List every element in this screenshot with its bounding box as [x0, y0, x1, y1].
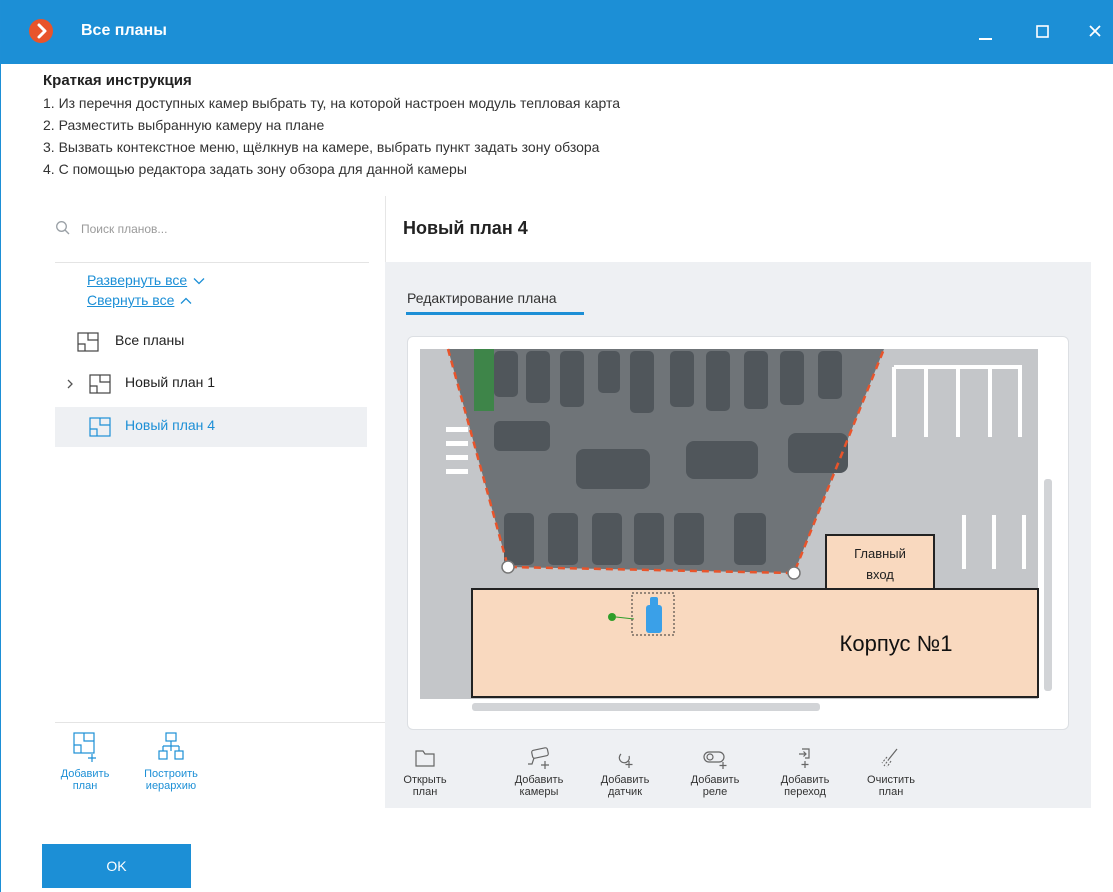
- tree-item-plan-1[interactable]: Новый план 1: [55, 364, 367, 404]
- close-button[interactable]: [1075, 14, 1113, 50]
- chevron-up-icon: [180, 297, 192, 305]
- add-plan-button[interactable]: Добавить план: [45, 730, 125, 792]
- entrance-label-1: Главный: [854, 546, 906, 561]
- plan-drawing: Главный вход Корпус №1: [420, 348, 1052, 711]
- instruction-line: 1. Из перечня доступных камер выбрать ту…: [43, 95, 621, 111]
- instruction-line: 3. Вызвать контекстное меню, щёлкнув на …: [43, 139, 600, 155]
- add-transition-icon: [799, 748, 810, 768]
- build-hierarchy-label-2: иерархию: [145, 780, 197, 792]
- add-relay-button[interactable]: Добавить реле: [673, 746, 757, 798]
- chevron-right-icon[interactable]: [65, 376, 75, 392]
- tree-item-plan-4[interactable]: Новый план 4: [55, 407, 367, 447]
- search-input[interactable]: [81, 218, 361, 240]
- tree-item-label: Новый план 1: [125, 374, 216, 390]
- all-plans-window: Все планы Краткая инструкция 1. Из переч…: [0, 0, 1113, 892]
- instructions-title: Краткая инструкция: [43, 72, 192, 89]
- minimize-button[interactable]: [965, 14, 1005, 50]
- search-icon: [56, 221, 70, 235]
- add-camera-button[interactable]: Добавить камеры: [497, 746, 581, 798]
- app-logo-icon: [29, 19, 53, 43]
- collapse-all-link[interactable]: Свернуть все: [87, 292, 192, 308]
- building-label: Корпус №1: [840, 631, 953, 656]
- maximize-button[interactable]: [1023, 14, 1063, 50]
- add-sensor-button[interactable]: Добавить датчик: [583, 746, 667, 798]
- building-block: [471, 588, 1039, 698]
- active-tab-indicator: [406, 312, 584, 315]
- add-relay-label-2: реле: [702, 786, 728, 798]
- tab-edit-plan[interactable]: Редактирование плана: [407, 290, 557, 306]
- add-relay-icon: [703, 751, 727, 769]
- plan-icon: [89, 374, 111, 394]
- add-camera-label-2: камеры: [519, 786, 559, 798]
- plan-canvas[interactable]: Главный вход Корпус №1: [407, 336, 1069, 730]
- collapse-all-label: Свернуть все: [87, 292, 175, 308]
- plan-title: Новый план 4: [403, 218, 528, 238]
- tree-item-all-plans[interactable]: Все планы: [55, 322, 367, 362]
- title-bar: Все планы: [1, 0, 1113, 64]
- clear-plan-button[interactable]: Очистить план: [849, 746, 933, 798]
- clear-plan-label-2: план: [878, 786, 904, 798]
- build-hierarchy-label-1: Построить: [144, 768, 198, 780]
- open-plan-button[interactable]: Открыть план: [383, 746, 467, 798]
- add-sensor-label-2: датчик: [607, 786, 643, 798]
- maximize-icon: [1036, 25, 1049, 38]
- add-camera-icon: [528, 747, 549, 769]
- close-icon: [1089, 25, 1101, 37]
- chevron-down-icon: [193, 278, 205, 285]
- minimize-icon: [979, 38, 992, 40]
- add-relay-label-1: Добавить: [690, 774, 740, 786]
- entrance-label-2: вход: [866, 567, 894, 582]
- window-title: Все планы: [81, 22, 167, 39]
- expand-all-link[interactable]: Развернуть все: [87, 272, 205, 288]
- add-sensor-icon: [618, 753, 633, 768]
- plan-icon: [77, 332, 99, 352]
- vertical-scrollbar[interactable]: [1044, 479, 1052, 691]
- add-plan-label-1: Добавить: [60, 768, 110, 780]
- heat-zone: [474, 349, 494, 411]
- camera-point: [608, 613, 616, 621]
- open-plan-label-1: Открыть: [403, 774, 447, 786]
- hierarchy-icon: [158, 732, 184, 760]
- ok-button[interactable]: OK: [42, 844, 191, 888]
- instructions: Краткая инструкция 1. Из перечня доступн…: [43, 70, 1043, 180]
- add-plan-label-2: план: [72, 780, 98, 792]
- plan-editor-panel: Редактирование плана Главный вход Корпус…: [385, 262, 1091, 808]
- build-hierarchy-button[interactable]: Построить иерархию: [131, 730, 211, 792]
- search-separator: [55, 262, 369, 263]
- add-transition-label-2: переход: [784, 786, 826, 798]
- expand-all-label: Развернуть все: [87, 272, 188, 288]
- instruction-line: 2. Разместить выбранную камеру на плане: [43, 117, 325, 133]
- add-plan-icon: [73, 732, 96, 762]
- instruction-line: 4. С помощью редактора задать зону обзор…: [43, 161, 467, 177]
- add-transition-button[interactable]: Добавить переход: [763, 746, 847, 798]
- horizontal-scrollbar[interactable]: [472, 703, 820, 711]
- add-camera-label-1: Добавить: [514, 774, 564, 786]
- view-zone-handle[interactable]: [501, 560, 515, 574]
- sidebar-tools-separator: [55, 722, 385, 723]
- clear-plan-icon: [881, 748, 898, 768]
- folder-icon: [415, 750, 435, 767]
- add-sensor-label-1: Добавить: [600, 774, 650, 786]
- add-transition-label-1: Добавить: [780, 774, 830, 786]
- plan-icon: [89, 417, 111, 437]
- view-zone-handle[interactable]: [787, 566, 801, 580]
- tree-item-label: Все планы: [115, 332, 185, 348]
- open-plan-label-2: план: [412, 786, 438, 798]
- clear-plan-label-1: Очистить: [867, 774, 915, 786]
- plan-search: [55, 214, 369, 244]
- tree-item-label: Новый план 4: [125, 417, 216, 433]
